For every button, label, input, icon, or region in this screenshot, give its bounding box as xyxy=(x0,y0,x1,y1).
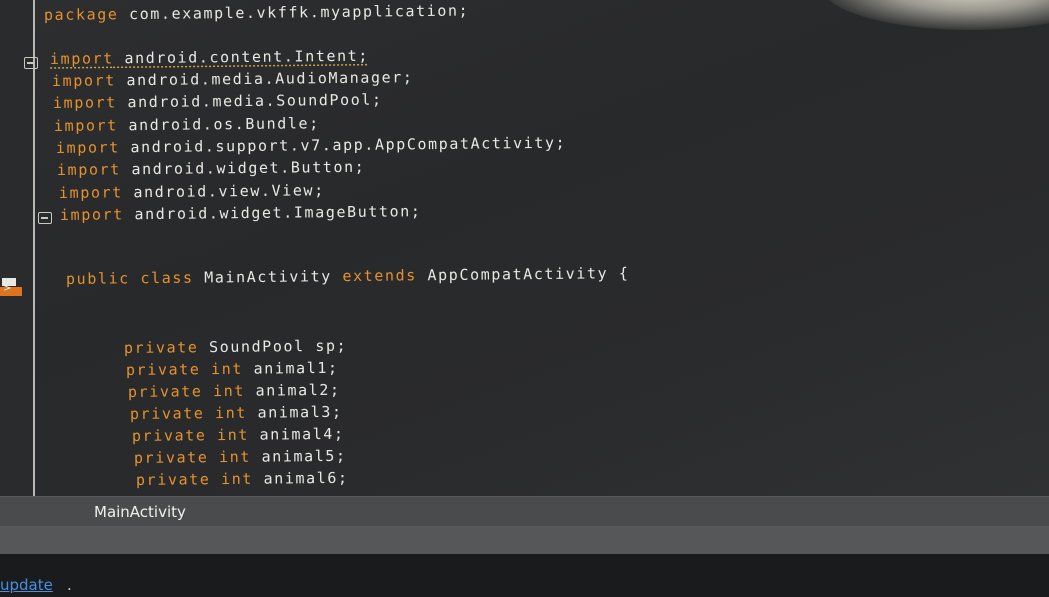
keyword: int xyxy=(214,403,248,423)
code-line-class-declaration: public class MainActivity extends AppCom… xyxy=(66,264,630,288)
import-path: android.content.Intent; xyxy=(113,46,370,68)
import-path: android.media.SoundPool; xyxy=(116,90,383,112)
keyword: import xyxy=(53,116,118,135)
breadcrumb-class-main-activity[interactable]: MainActivity xyxy=(94,503,186,521)
keyword: private xyxy=(127,382,203,401)
code-line-import: import android.widget.Button; xyxy=(57,158,365,179)
keyword: import xyxy=(59,205,124,224)
keyword: package xyxy=(43,5,119,24)
package-name: com.example.vkffk.myapplication; xyxy=(118,1,470,24)
field-name: animal5; xyxy=(250,446,347,466)
import-path: android.view.View; xyxy=(122,181,325,202)
code-content[interactable]: package com.example.vkffk.myapplication;… xyxy=(0,0,1049,496)
status-trailing-text: . xyxy=(67,576,72,594)
keyword: int xyxy=(218,447,252,467)
keyword: private xyxy=(135,470,211,489)
code-line-package: package com.example.vkffk.myapplication; xyxy=(44,2,469,24)
keyword: private xyxy=(133,448,209,467)
keyword: private xyxy=(129,404,205,423)
keyword: import xyxy=(55,138,120,157)
keyword: private xyxy=(125,360,201,379)
field-name: animal4; xyxy=(248,424,345,444)
code-line-field: private int animal1; xyxy=(126,359,339,379)
toolbar-strip xyxy=(0,526,1049,554)
class-name: MainActivity xyxy=(204,267,332,287)
keyword: import xyxy=(52,93,117,112)
keyword: public xyxy=(65,269,130,288)
keyword: private xyxy=(131,426,207,445)
code-line-import: import android.support.v7.app.AppCompatA… xyxy=(56,134,566,157)
update-link[interactable]: update xyxy=(0,576,53,594)
keyword: int xyxy=(216,425,250,445)
code-line-field: private SoundPool sp; xyxy=(124,337,347,357)
code-line-import: import android.widget.ImageButton; xyxy=(60,202,422,224)
code-line-field: private int animal6; xyxy=(136,469,349,489)
import-path: android.support.v7.app.AppCompatActivity… xyxy=(119,133,567,157)
keyword: class xyxy=(140,268,194,288)
parent-class: AppCompatActivity { xyxy=(427,264,630,285)
field-declaration: SoundPool sp; xyxy=(198,336,348,357)
import-path: android.widget.Button; xyxy=(120,157,366,179)
keyword: private xyxy=(123,338,199,357)
code-line-import: import android.view.View; xyxy=(59,181,325,202)
keyword: import xyxy=(56,160,121,179)
code-line-field: private int animal2; xyxy=(128,381,341,401)
field-name: animal6; xyxy=(252,468,349,488)
import-path: android.os.Bundle; xyxy=(117,114,320,135)
code-line-import: import android.content.Intent; xyxy=(50,47,369,68)
keyword: import xyxy=(49,49,114,68)
editor-breadcrumb-bar: MainActivity xyxy=(0,496,1049,527)
keyword: import xyxy=(58,183,123,202)
field-name: animal1; xyxy=(242,358,339,378)
import-path: android.widget.ImageButton; xyxy=(123,202,422,224)
field-name: animal2; xyxy=(244,380,341,400)
keyword: int xyxy=(212,381,246,401)
keyword: extends xyxy=(342,266,417,286)
code-line-import: import android.media.AudioManager; xyxy=(52,68,414,90)
import-path: android.media.AudioManager; xyxy=(115,68,414,90)
status-bar xyxy=(0,554,1049,597)
keyword: import xyxy=(51,71,116,90)
code-line-import: import android.media.SoundPool; xyxy=(53,91,383,112)
code-line-import: import android.os.Bundle; xyxy=(54,114,320,135)
code-line-field: private int animal5; xyxy=(134,447,347,467)
code-editor[interactable]: package com.example.vkffk.myapplication;… xyxy=(0,0,1049,496)
keyword: int xyxy=(210,359,244,379)
code-line-field: private int animal4; xyxy=(132,425,345,445)
field-name: animal3; xyxy=(246,402,343,422)
keyword: int xyxy=(220,469,254,489)
code-line-field: private int animal3; xyxy=(130,403,343,423)
